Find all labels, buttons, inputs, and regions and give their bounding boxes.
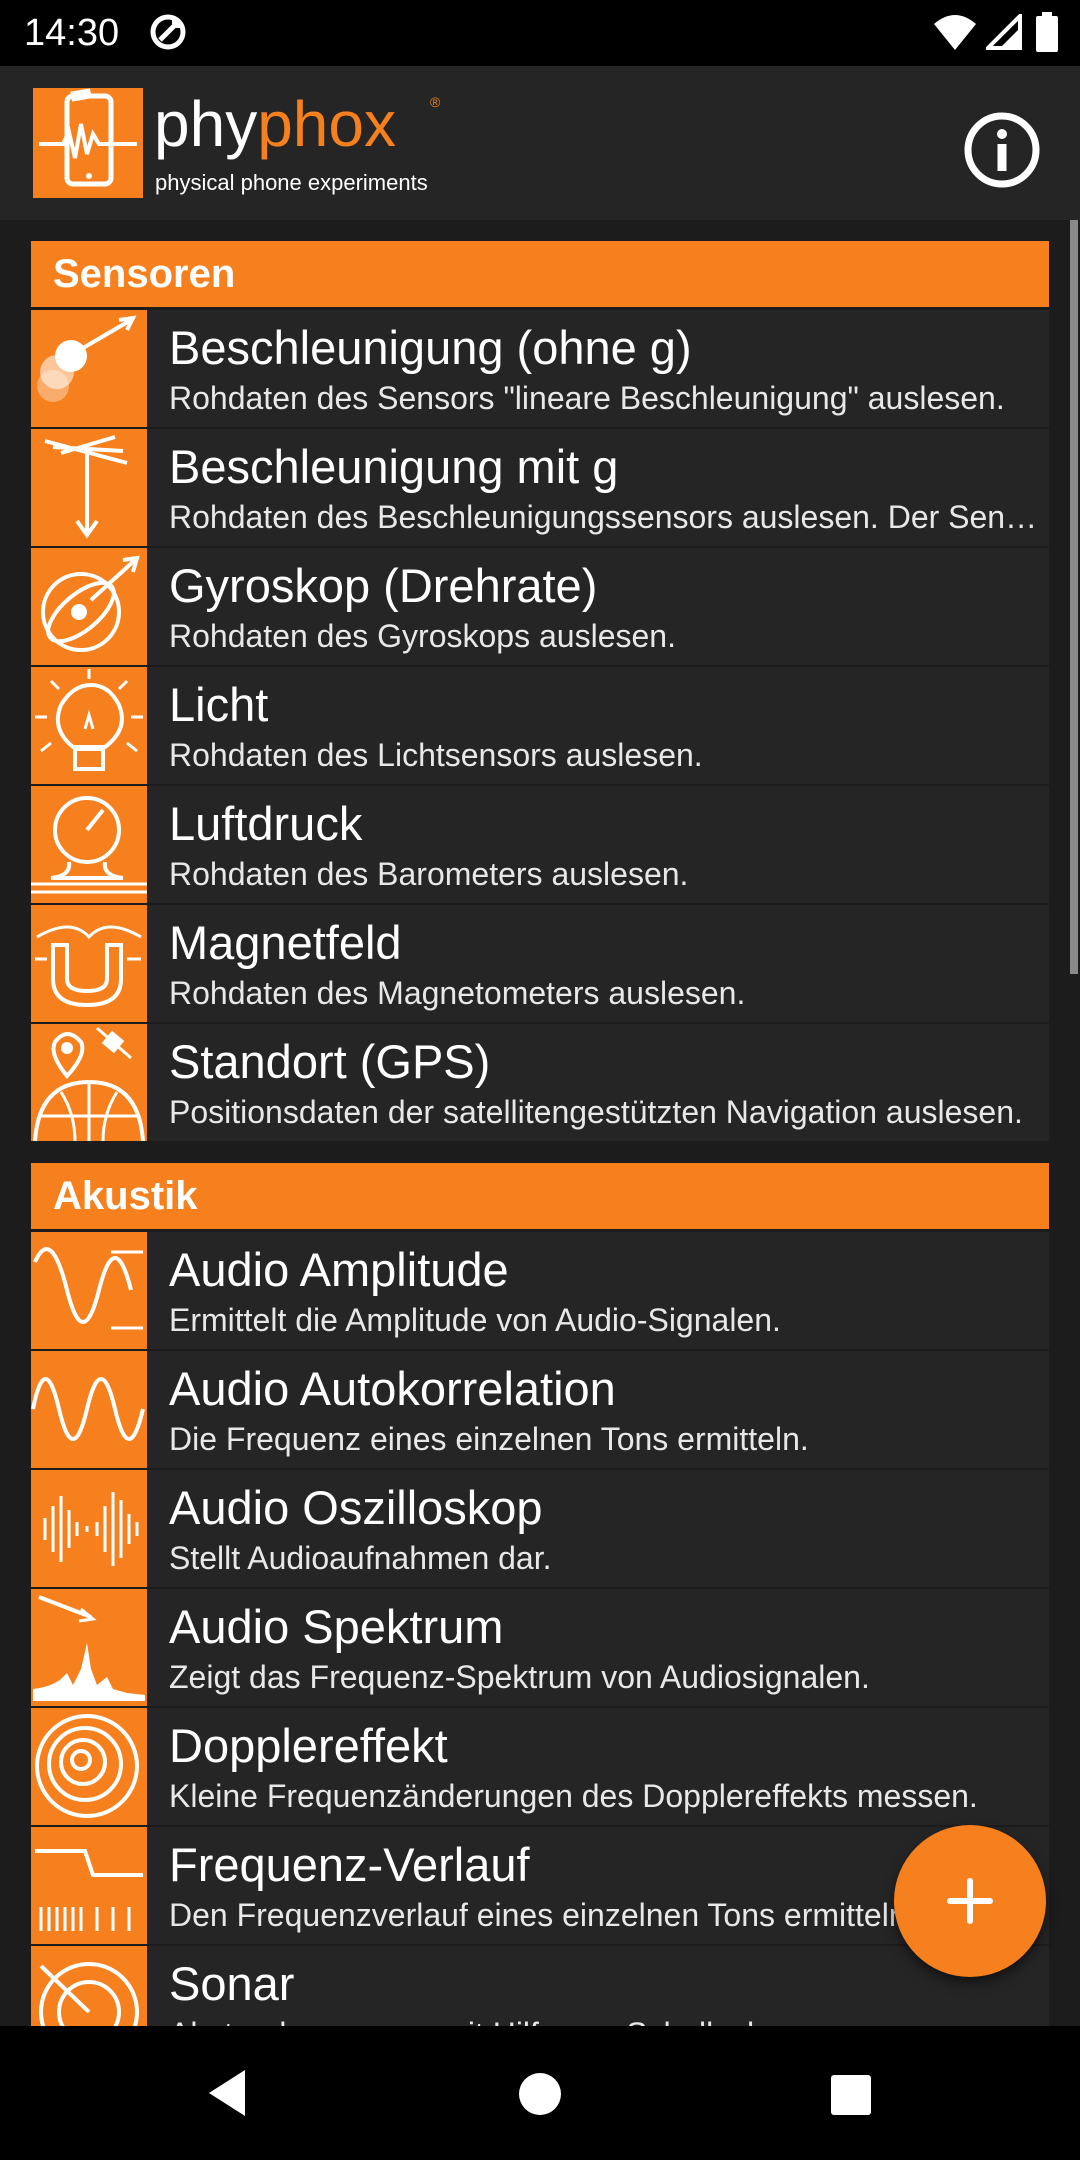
registered-mark: ® (430, 94, 441, 110)
doppler-rings-icon (31, 1708, 147, 1825)
list-item[interactable]: Audio Amplitude Ermittelt die Amplitude … (31, 1232, 1049, 1349)
item-title: Beschleunigung (ohne g) (169, 321, 692, 374)
phyphox-logo-icon (33, 88, 143, 198)
amplitude-wave-icon (31, 1232, 147, 1349)
item-description: Ermittelt die Amplitude von Audio-Signal… (169, 1302, 781, 1338)
list-item[interactable]: Audio Autokorrelation Die Frequenz eines… (31, 1351, 1049, 1468)
item-title: Gyroskop (Drehrate) (169, 559, 598, 612)
home-icon[interactable] (518, 2072, 562, 2121)
item-title: Standort (GPS) (169, 1035, 491, 1088)
autocorrelation-wave-icon (31, 1351, 147, 1468)
experiment-list[interactable]: Sensoren Beschleunigung (ohne g) Rohdate… (0, 220, 1080, 2026)
list-item[interactable]: Beschleunigung (ohne g) Rohdaten des Sen… (31, 310, 1049, 427)
barometer-icon (31, 786, 147, 903)
navigation-bar (0, 2026, 1080, 2160)
list-item[interactable]: Dopplereffekt Kleine Frequenzänderungen … (31, 1708, 1049, 1825)
item-title: Audio Oszilloskop (169, 1481, 543, 1534)
item-description: Rohdaten des Beschleunigungssensors ausl… (169, 499, 1039, 535)
list-item[interactable]: Beschleunigung mit g Rohdaten des Beschl… (31, 429, 1049, 546)
item-title: Magnetfeld (169, 916, 402, 969)
magnet-icon (31, 905, 147, 1022)
item-description: Rohdaten des Barometers auslesen. (169, 856, 689, 892)
app-bar: phyphox ® physical phone experiments (0, 66, 1080, 220)
oscilloscope-icon (31, 1470, 147, 1587)
sync-icon (148, 12, 188, 57)
item-title: Audio Amplitude (169, 1243, 509, 1296)
logo-text-part1: phy (154, 88, 258, 160)
recent-apps-icon[interactable] (830, 2074, 872, 2121)
sonar-icon (31, 1946, 147, 2026)
list-item[interactable]: Gyroskop (Drehrate) Rohdaten des Gyrosko… (31, 548, 1049, 665)
status-time: 14:30 (24, 12, 120, 54)
spectrum-icon (31, 1589, 147, 1706)
acceleration-g-icon (31, 429, 147, 546)
item-description: Rohdaten des Sensors "lineare Beschleuni… (169, 380, 1005, 416)
light-bulb-icon (31, 667, 147, 784)
item-description: Rohdaten des Gyroskops auslesen. (169, 618, 676, 654)
plus-icon (947, 1878, 993, 1924)
list-item[interactable]: Licht Rohdaten des Lichtsensors auslesen… (31, 667, 1049, 784)
item-title: Luftdruck (169, 797, 363, 850)
status-bar: 14:30 (0, 0, 1080, 66)
item-description: Rohdaten des Magnetometers auslesen. (169, 975, 746, 1011)
back-icon[interactable] (205, 2068, 249, 2123)
item-title: Audio Spektrum (169, 1600, 504, 1653)
info-button[interactable] (962, 110, 1042, 190)
section-header-akustik: Akustik (31, 1163, 1049, 1229)
item-title: Beschleunigung mit g (169, 440, 619, 493)
list-item[interactable]: Luftdruck Rohdaten des Barometers ausles… (31, 786, 1049, 903)
info-icon (964, 112, 1040, 188)
add-experiment-button[interactable] (894, 1825, 1046, 1977)
gps-globe-icon (31, 1024, 147, 1142)
list-item[interactable]: Standort (GPS) Positionsdaten der satell… (31, 1024, 1049, 1142)
list-item[interactable]: Magnetfeld Rohdaten des Magnetometers au… (31, 905, 1049, 1022)
list-item[interactable]: Audio Spektrum Zeigt das Frequenz-Spektr… (31, 1589, 1049, 1706)
item-title: Licht (169, 678, 269, 731)
item-title: Audio Autokorrelation (169, 1362, 616, 1415)
item-description: Die Frequenz eines einzelnen Tons ermitt… (169, 1421, 809, 1457)
logo-text-part2: phox (257, 88, 396, 160)
acceleration-icon (31, 310, 147, 427)
gyroscope-icon (31, 548, 147, 665)
item-description: Rohdaten des Lichtsensors auslesen. (169, 737, 703, 773)
wifi-icon (934, 14, 976, 55)
item-title: Sonar (169, 1957, 295, 2010)
item-description: Abstandsmessung mit Hilfe von Schallecho… (169, 2016, 1039, 2026)
cellular-signal-icon (983, 11, 1022, 55)
list-item[interactable]: Audio Oszilloskop Stellt Audioaufnahmen … (31, 1470, 1049, 1587)
item-title: Frequenz-Verlauf (169, 1838, 530, 1891)
app-tagline: physical phone experiments (155, 170, 428, 195)
item-title: Dopplereffekt (169, 1719, 448, 1772)
item-description: Stellt Audioaufnahmen dar. (169, 1540, 552, 1576)
item-description: Kleine Frequenzänderungen des Dopplereff… (169, 1778, 978, 1814)
item-description: Positionsdaten der satellitengestützten … (169, 1094, 1023, 1130)
app-logo-text: phyphox (154, 92, 396, 156)
section-header-sensoren: Sensoren (31, 241, 1049, 307)
battery-icon (1036, 12, 1058, 57)
item-description: Zeigt das Frequenz-Spektrum von Audiosig… (169, 1659, 870, 1695)
frequency-history-icon (31, 1827, 147, 1944)
list-scrollbar[interactable] (1070, 220, 1078, 974)
